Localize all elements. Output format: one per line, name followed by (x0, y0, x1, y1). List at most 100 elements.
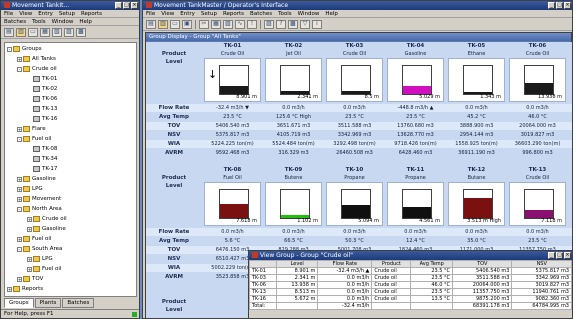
cut-icon[interactable]: ✂ (199, 19, 209, 29)
tree-item[interactable]: - South Area (17, 245, 62, 253)
menu-setup[interactable]: Setup (59, 10, 75, 17)
tree-item[interactable]: + All Tanks (17, 55, 56, 63)
table-row[interactable]: Total: -32.4 m3/h 68391.178 m3 64784.995 m3 (249, 302, 572, 310)
tree-item[interactable]: TK-02 (27, 85, 57, 93)
tree-item[interactable]: + Movement (17, 195, 61, 203)
tree-item[interactable]: + Fuel oil (27, 265, 61, 273)
close-icon[interactable]: × (131, 2, 138, 9)
tank-column[interactable]: TK-02 Jet Oil 2.341 m 0.0 m3/h 125.6 °C High… (263, 42, 324, 156)
tank-column[interactable]: TK-10Propane5.094 m0.0 m3/h50.3 °C5001.7… (324, 166, 385, 280)
tree-item[interactable]: TK-34 (27, 155, 57, 163)
tree-item[interactable]: + Flare (17, 125, 46, 133)
open-icon[interactable]: ▤ (4, 27, 14, 37)
tab-plants[interactable]: Plants (34, 298, 62, 308)
tab-batches[interactable]: Batches (62, 298, 95, 308)
tank-column[interactable]: TK-13Crude Oil7.118 m0.0 m3/h23.5 °C1135… (507, 166, 568, 280)
expand-icon[interactable]: + (17, 176, 22, 182)
tank-graphic[interactable]: 1.343 m (448, 58, 505, 102)
column-header[interactable]: NSV (511, 260, 572, 268)
menu-item[interactable]: Tools (278, 10, 292, 17)
tank-column[interactable]: TK-11Propane4.561 m0.0 m3/h12.4 °C1824.4… (385, 166, 446, 280)
maximize-icon[interactable]: □ (123, 2, 130, 9)
table-icon[interactable]: ▧ (52, 27, 62, 37)
tree-item[interactable]: - North Area (17, 205, 62, 213)
table-icon[interactable]: ▧ (223, 19, 233, 29)
print-icon[interactable]: ▨ (264, 19, 274, 29)
expand-icon[interactable]: + (27, 256, 32, 262)
info-icon[interactable]: i (312, 19, 322, 29)
tank-graphic[interactable]: ↓ 8.901 m (204, 58, 261, 102)
close-icon[interactable]: × (564, 2, 571, 9)
tree-item[interactable]: + Fuel oil (17, 235, 51, 243)
settings-icon[interactable]: ▩ (76, 27, 86, 37)
close-icon[interactable]: × (564, 252, 571, 259)
column-header[interactable]: Flow Rate (317, 260, 373, 268)
menu-item[interactable]: File (146, 10, 155, 17)
tree-item[interactable]: + LPG (27, 255, 53, 263)
tree-item[interactable]: - Fuel oil (17, 135, 51, 143)
column-header[interactable]: Level (276, 260, 319, 268)
help-icon[interactable]: ? (276, 19, 286, 29)
tree-item[interactable]: - Groups (7, 45, 42, 53)
left-title-bar[interactable]: Movement TankIt... _ □ × (1, 1, 139, 10)
tree-item[interactable]: - Crude oil (17, 65, 57, 73)
menu-view[interactable]: View (19, 10, 32, 17)
menu-reports[interactable]: Reports (81, 10, 102, 17)
graph-icon[interactable]: ▦ (211, 19, 221, 29)
table-row[interactable]: TK-16 5.672 m 0.0 m3/h Crude oil 13.5 °C 9875… (249, 295, 572, 303)
tree-item[interactable]: TK-08 (27, 145, 57, 153)
tank-column[interactable]: TK-01 Crude Oil ↓ 8.901 m -32.4 m3/h ▼ 23.5 °… (202, 42, 263, 156)
menu-item[interactable]: Window (298, 10, 320, 17)
main-title-bar[interactable]: Movement TankMaster / Operator's Interfa… (143, 1, 572, 10)
table-row[interactable]: TK-13 8.513 m 0.0 m3/h Crude oil 23.5 °C 1135… (249, 288, 572, 296)
menu-tools[interactable]: Tools (32, 18, 46, 25)
expand-icon[interactable]: + (17, 276, 22, 282)
graph-icon[interactable]: ▦ (40, 27, 50, 37)
tank-graphic[interactable]: 3.513 m High (448, 182, 505, 226)
expand-icon[interactable]: + (27, 216, 32, 222)
tree-item[interactable]: + TOV (17, 275, 43, 283)
tree-item[interactable]: + Crude oil (27, 215, 67, 223)
tank-column[interactable]: TK-09Butene1.102 m0.0 m3/h66.5 °C829.288… (263, 166, 324, 280)
expand-icon[interactable]: - (17, 136, 22, 142)
tank-graphic[interactable]: 4.561 m (387, 182, 444, 226)
menu-item[interactable]: Help (325, 10, 338, 17)
menu-help[interactable]: Help (79, 18, 92, 25)
expand-icon[interactable]: + (7, 286, 12, 292)
menu-item[interactable]: Batches (250, 10, 272, 17)
expand-icon[interactable]: + (17, 186, 22, 192)
tree-item[interactable]: TK-01 (27, 75, 57, 83)
expand-icon[interactable]: - (7, 46, 12, 52)
folder-icon[interactable]: ▭ (170, 19, 180, 29)
tree-item[interactable]: + Gasoline (27, 225, 66, 233)
menu-batches[interactable]: Batches (4, 18, 26, 25)
group-display-title[interactable]: Group Display - Group "All Tanks" (146, 33, 571, 41)
column-header[interactable]: Avg Temp (410, 260, 454, 268)
tree-item[interactable]: + Reports (7, 285, 43, 293)
expand-icon[interactable]: + (17, 196, 22, 202)
menu-item[interactable]: Entry (180, 10, 195, 17)
expand-icon[interactable]: + (17, 126, 22, 132)
tank-view-icon[interactable]: ▥ (158, 19, 168, 29)
tree-item[interactable]: + LPG (17, 185, 43, 193)
tank-column[interactable]: TK-04 Gasoline 5.029 m -448.8 m3/h ▲ 23.5 °C… (385, 42, 446, 156)
table-row[interactable]: TK-06 13.938 m 0.0 m3/h Crude oil 46.0 °C 200… (249, 281, 572, 289)
tank-column[interactable]: TK-12Butane3.513 m High0.0 m3/h35.0 °C11… (446, 166, 507, 280)
tank-graphic[interactable]: 13.938 m (509, 58, 566, 102)
tank-column[interactable]: TK-05 Ethane 1.343 m 0.0 m3/h 45.2 °C 3888.90… (446, 42, 507, 156)
tank-graphic[interactable]: 8.5 m (326, 58, 383, 102)
tank-column[interactable]: TK-06 Crude Oil 13.938 m 0.0 m3/h 46.0 °C 200… (507, 42, 568, 156)
tree-item[interactable]: TK-06 (27, 95, 57, 103)
tank-graphic[interactable]: 1.102 m (265, 182, 322, 226)
expand-icon[interactable]: + (17, 236, 22, 242)
menu-file[interactable]: File (4, 10, 13, 17)
expand-icon[interactable]: - (17, 66, 22, 72)
column-header[interactable]: TOV (452, 260, 513, 268)
expand-icon[interactable]: - (17, 206, 22, 212)
minimize-icon[interactable]: _ (548, 2, 555, 9)
menu-item[interactable]: View (161, 10, 174, 17)
settings-icon[interactable]: ▩ (288, 19, 298, 29)
column-header[interactable] (249, 260, 278, 268)
save-icon[interactable]: ▣ (182, 19, 192, 29)
new-icon[interactable]: ▤ (146, 19, 156, 29)
